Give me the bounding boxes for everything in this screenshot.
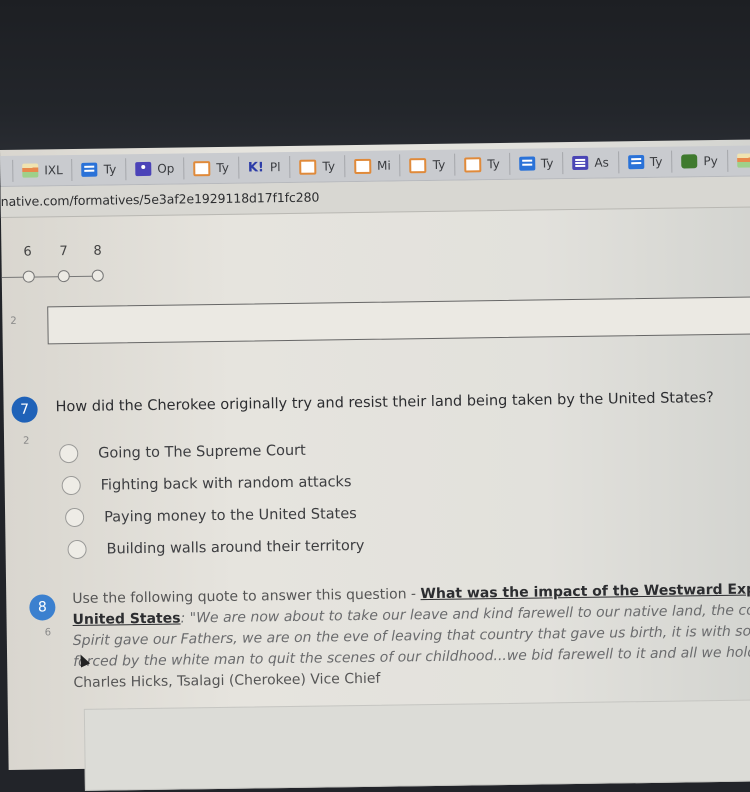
progress-step-8[interactable]: 8 <box>93 244 101 259</box>
points-label: 2 <box>10 315 17 327</box>
bookmark-label: Ty <box>540 156 554 171</box>
monitor-bezel <box>0 0 750 160</box>
bookmark-label: Ty <box>216 160 230 175</box>
progress-step-7[interactable]: 7 <box>59 244 67 259</box>
question-prompt-cont: United States <box>72 610 181 629</box>
bookmark-label: Py <box>703 153 718 169</box>
question-prompt: What was the impact of the Westward Expa… <box>420 581 750 603</box>
google-forms-icon <box>135 161 152 177</box>
progress-dot[interactable] <box>57 270 70 283</box>
answer-option[interactable]: Fighting back with random attacks <box>61 472 352 496</box>
browser-window: IXL Ty Op Ty K! Pl Ty Mi Ty Ty Ty As Ty P… <box>0 139 750 791</box>
question-number-badge: 8 <box>29 594 56 621</box>
quote-attribution: Charles Hicks, Tsalagi (Cherokee) Vice C… <box>73 670 381 692</box>
bookmark[interactable]: Py <box>672 149 728 173</box>
python-app-icon <box>681 154 698 169</box>
google-slides-icon <box>299 159 317 175</box>
bookmark[interactable]: Op <box>126 157 185 181</box>
question-8-answer-input[interactable] <box>83 698 750 791</box>
bookmark[interactable]: Ty <box>618 150 673 174</box>
answer-option[interactable]: Paying money to the United States <box>65 504 357 528</box>
option-label: Building walls around their territory <box>106 537 365 558</box>
option-label: Paying money to the United States <box>104 505 357 526</box>
bookmark-label: Ty <box>322 159 336 174</box>
bookmark-label: Mi <box>376 158 391 173</box>
url-text[interactable]: native.com/formatives/5e3af2e1929118d17f… <box>1 190 320 209</box>
google-slides-icon <box>353 158 372 174</box>
question-number-badge: 7 <box>11 396 38 423</box>
bookmark-label: Ty <box>487 157 500 172</box>
bookmark-label: Op <box>157 161 175 176</box>
answer-option[interactable]: Building walls around their territory <box>67 536 365 560</box>
bookmark-label: Ty <box>432 157 446 172</box>
bookmark[interactable]: Ty <box>400 153 456 177</box>
radio-button[interactable] <box>59 443 79 464</box>
option-label: Fighting back with random attacks <box>100 473 352 494</box>
bookmark[interactable]: As <box>563 151 620 175</box>
progress-line <box>1 275 102 278</box>
ixl-icon <box>22 163 39 178</box>
bookmark[interactable]: K! Pl <box>238 155 291 179</box>
bookmark-label: As <box>594 155 609 170</box>
google-docs-icon <box>518 156 535 171</box>
bookmark-label: Pl <box>269 160 281 175</box>
google-slides-icon <box>193 160 211 176</box>
points-label: 6 <box>44 627 52 639</box>
bookmark-label: IXL <box>44 163 63 178</box>
google-slides-icon <box>409 157 427 173</box>
progress-step-6[interactable]: 6 <box>23 245 31 260</box>
answer-option[interactable]: Going to The Supreme Court <box>59 441 306 464</box>
bookmark-label: Ty <box>649 154 663 169</box>
bookmark[interactable]: IXL <box>12 158 73 182</box>
kahoot-icon: K! <box>247 159 265 176</box>
question-8-text: Use the following quote to answer this q… <box>72 579 750 694</box>
radio-button[interactable] <box>67 539 87 560</box>
ixl-icon <box>736 153 750 168</box>
google-slides-icon <box>464 156 482 173</box>
bookmark[interactable]: Ty <box>184 156 240 180</box>
bookmark[interactable]: Ty <box>72 158 127 181</box>
bookmark-label: Ty <box>103 162 117 177</box>
option-label: Going to The Supreme Court <box>98 442 306 462</box>
progress-dot[interactable] <box>91 269 104 282</box>
points-label: 2 <box>22 435 30 447</box>
bookmark[interactable]: IXL <box>727 149 750 172</box>
google-docs-icon <box>627 155 644 170</box>
bookmark[interactable]: Ty <box>455 152 511 176</box>
previous-answer-input[interactable] <box>47 295 750 345</box>
google-docs-icon <box>81 162 98 177</box>
radio-button[interactable] <box>61 475 81 496</box>
radio-button[interactable] <box>65 507 85 528</box>
question-intro: Use the following quote to answer this q… <box>72 586 421 608</box>
bookmark[interactable]: Ty <box>290 155 346 178</box>
bookmark[interactable]: Ty <box>509 152 564 175</box>
question-7-text: How did the Cherokee originally try and … <box>55 390 714 416</box>
google-classroom-assignment-icon <box>572 155 589 171</box>
bookmark[interactable]: Mi <box>344 154 401 178</box>
progress-dot[interactable] <box>22 270 35 283</box>
question-progress: 6 7 8 <box>1 243 142 295</box>
